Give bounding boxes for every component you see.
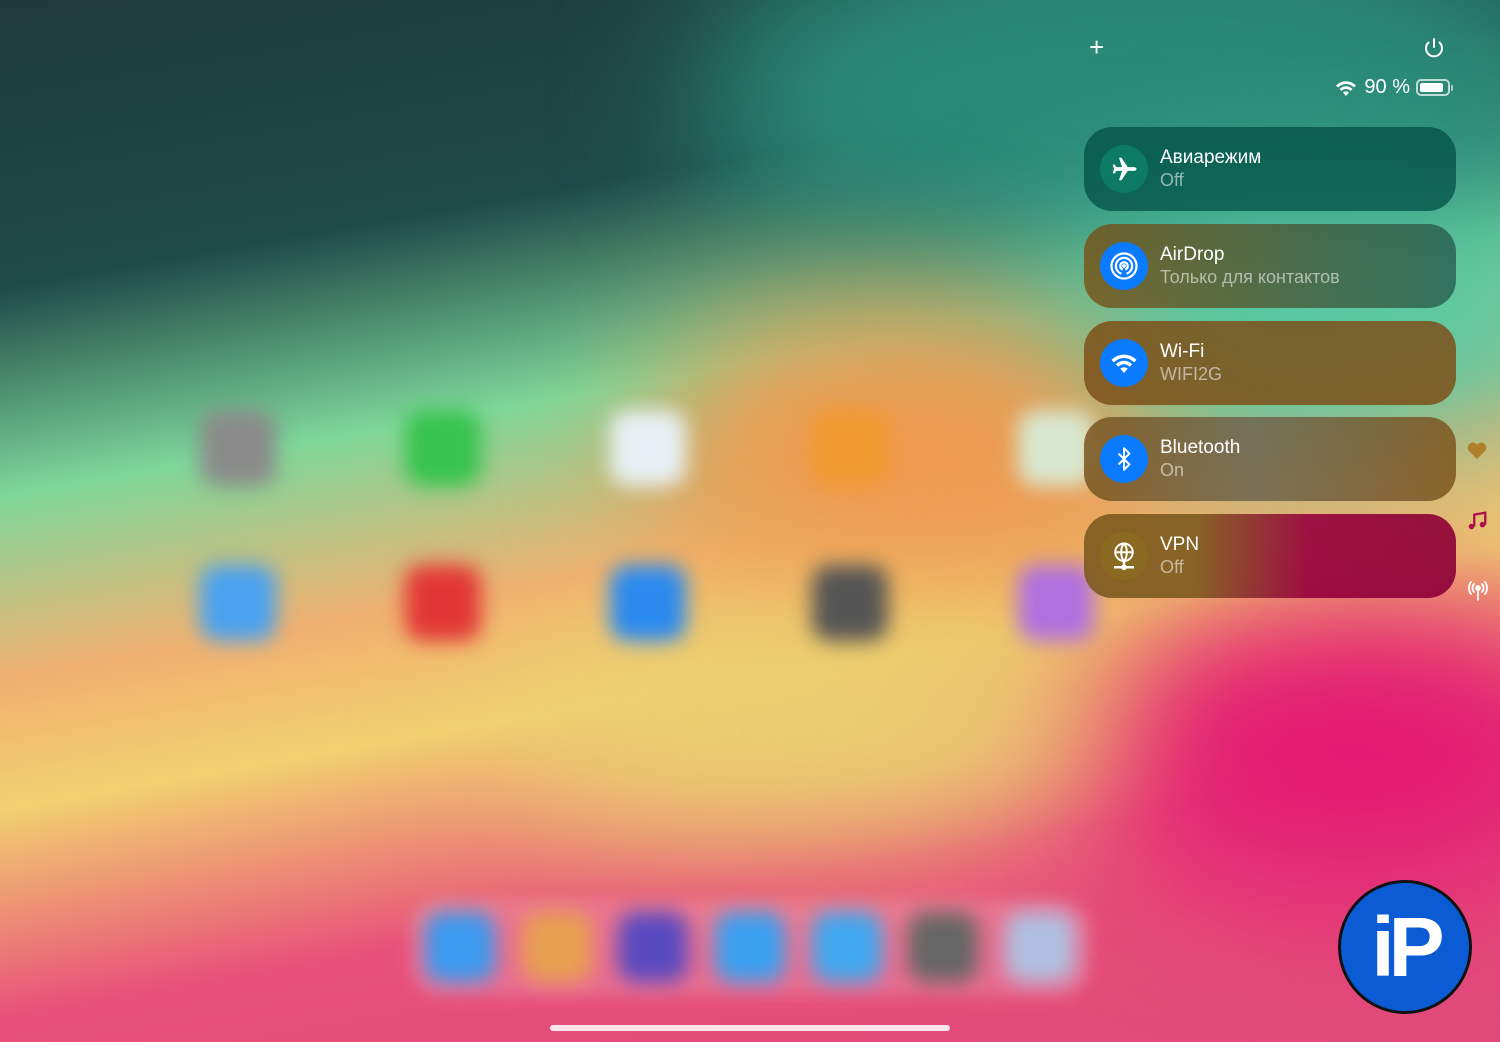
broadcast-icon[interactable] [1466, 580, 1490, 607]
wifi-icon [1100, 339, 1148, 387]
airdrop-icon [1100, 242, 1148, 290]
music-icon[interactable] [1466, 510, 1488, 537]
status-bar: 90 % [1334, 76, 1453, 99]
wifi-status-icon [1336, 80, 1357, 96]
tile-vpn[interactable]: VPN Off [1084, 514, 1456, 598]
heart-icon[interactable] [1466, 440, 1488, 465]
power-icon [1425, 38, 1443, 58]
power-button[interactable] [1422, 36, 1446, 64]
tile-subtitle: On [1160, 460, 1185, 480]
tile-subtitle: Только для контактов [1160, 267, 1340, 287]
airplane-icon [1100, 145, 1148, 193]
tile-subtitle: Off [1160, 170, 1184, 190]
tile-subtitle: WIFI2G [1160, 364, 1222, 384]
logo-text: iP [1371, 899, 1444, 994]
bluetooth-icon [1100, 435, 1148, 483]
home-indicator[interactable] [550, 1025, 950, 1031]
tile-bluetooth[interactable]: Bluetooth On [1084, 417, 1456, 501]
tile-title: Авиарежим [1160, 147, 1262, 168]
tile-airplane-mode[interactable]: Авиарежим Off [1084, 127, 1456, 211]
tile-title: Bluetooth [1160, 437, 1241, 458]
battery-icon [1416, 79, 1453, 96]
tile-wifi[interactable]: Wi-Fi WIFI2G [1084, 321, 1456, 405]
add-button[interactable]: + [1089, 34, 1104, 60]
tile-title: AirDrop [1160, 244, 1225, 265]
ip-logo: iP [1338, 880, 1472, 1014]
battery-percent: 90 % [1364, 76, 1410, 98]
tile-title: VPN [1160, 534, 1200, 555]
tile-subtitle: Off [1160, 557, 1184, 577]
vpn-icon [1100, 532, 1148, 580]
tile-title: Wi-Fi [1160, 341, 1205, 362]
tile-airdrop[interactable]: AirDrop Только для контактов [1084, 224, 1456, 308]
